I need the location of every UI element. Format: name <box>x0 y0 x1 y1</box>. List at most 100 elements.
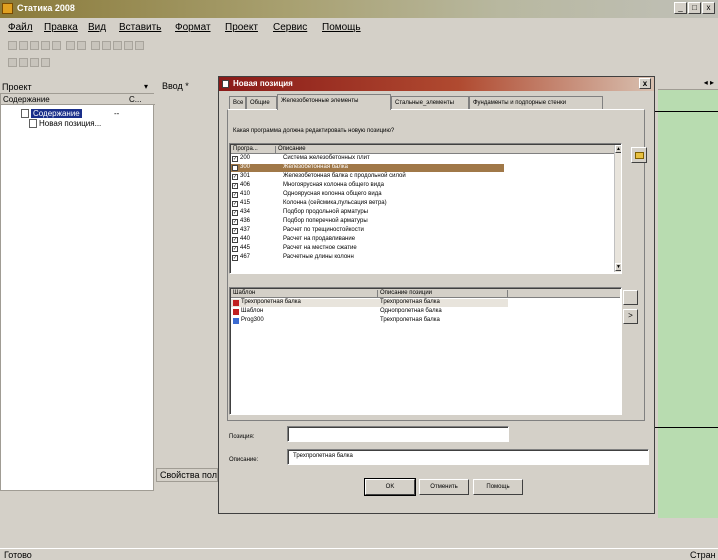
menu-help[interactable]: Помощь <box>322 22 361 33</box>
checkbox[interactable]: ✓ <box>232 228 238 234</box>
column-description[interactable]: Описание <box>276 146 615 154</box>
tab-reinforced-concrete[interactable]: Железобетонные элементы <box>277 94 391 110</box>
checkbox[interactable]: ✓ <box>232 165 238 171</box>
scroll-right-button[interactable]: > <box>623 309 638 324</box>
print-icon[interactable] <box>113 41 122 50</box>
tree-node-contents[interactable]: Содержание <box>21 109 82 119</box>
column-program[interactable]: Програ... <box>231 146 276 154</box>
cancel-button[interactable]: Отменить <box>419 479 469 495</box>
tab-general[interactable]: Общие <box>246 96 277 109</box>
redo-icon[interactable] <box>77 41 86 50</box>
panel-pin-icon[interactable]: ▾ <box>144 82 148 91</box>
program-description: Железобетонная балка <box>283 164 348 170</box>
template-list[interactable]: Шаблон Описание позиции Трехпролетная ба… <box>229 287 622 415</box>
tree-column-header: Содержание C... <box>1 94 155 105</box>
program-description: Расчет по трещиностойкости <box>283 227 364 233</box>
program-code: 410 <box>240 191 251 197</box>
template-description: Трехпролетная балка <box>380 299 440 305</box>
column-template[interactable]: Шаблон <box>231 290 378 298</box>
scroll-up-icon[interactable]: ▲ <box>615 145 621 153</box>
tab-foundations[interactable]: Фундаменты и подпорные стенки <box>469 96 603 109</box>
tab-all[interactable]: Все <box>229 96 246 109</box>
program-row[interactable]: ✓ 434 Подбор продольной арматуры <box>231 209 611 217</box>
delete-icon[interactable] <box>41 41 50 50</box>
program-row[interactable]: ✓ 437 Расчет по трещиностойкости <box>231 227 611 235</box>
checkbox[interactable]: ✓ <box>232 192 238 198</box>
program-row[interactable]: ✓ 440 Расчет на продавливание <box>231 236 611 244</box>
scroll-down-icon[interactable]: ▼ <box>615 263 621 271</box>
menu-view[interactable]: Вид <box>88 22 106 33</box>
column-c[interactable]: C... <box>129 95 141 104</box>
program-row[interactable]: ✓ 410 Одноярусная колонна общего вида <box>231 191 611 199</box>
scroll-left-button[interactable] <box>623 290 638 305</box>
program-code: 437 <box>240 227 251 233</box>
program-row[interactable]: ✓ 406 Многоярусная колонна общего вида <box>231 182 611 190</box>
template-description: Трехпролетная балка <box>380 317 440 323</box>
column-contents[interactable]: Содержание <box>3 95 50 104</box>
help-button[interactable]: Помощь <box>473 479 523 495</box>
chart-icon[interactable] <box>30 58 39 67</box>
program-list-scrollbar[interactable]: ▲ ▼ <box>614 145 621 272</box>
checkbox[interactable]: ✓ <box>232 156 238 162</box>
checkbox[interactable]: ✓ <box>232 246 238 252</box>
position-input[interactable] <box>287 426 509 442</box>
program-row[interactable]: ✓ 301 Железобетонная балка с продольной си… <box>231 173 611 181</box>
program-code: 300 <box>240 164 251 170</box>
menu-project[interactable]: Проект <box>225 22 258 33</box>
program-code: 440 <box>240 236 251 242</box>
description-input[interactable]: Трехпролетная балка <box>287 449 649 465</box>
checkbox[interactable]: ✓ <box>232 174 238 180</box>
program-row[interactable]: ✓ 300 Железобетонная балка <box>231 164 504 172</box>
settings-icon[interactable] <box>41 58 50 67</box>
template-row[interactable]: Трехпролетная балка Трехпролетная балка <box>231 299 508 307</box>
cut-icon[interactable] <box>52 41 61 50</box>
window-icon[interactable] <box>135 41 144 50</box>
undo-icon[interactable] <box>66 41 75 50</box>
program-row[interactable]: ✓ 436 Подбор поперечной арматуры <box>231 218 611 226</box>
menu-format[interactable]: Формат <box>175 22 211 33</box>
minimize-button[interactable]: _ <box>674 2 687 14</box>
table-icon[interactable] <box>8 58 17 67</box>
save-icon[interactable] <box>30 41 39 50</box>
project-panel-header: Проект ▾ <box>0 81 154 92</box>
document-icon <box>29 119 37 129</box>
ok-button[interactable]: OK <box>364 478 416 496</box>
checkbox[interactable]: ✓ <box>232 255 238 261</box>
menu-insert[interactable]: Вставить <box>119 22 161 33</box>
checkbox[interactable]: ✓ <box>232 201 238 207</box>
program-row[interactable]: ✓ 415 Колонна (сейсмика,пульсация ветра) <box>231 200 611 208</box>
program-description: Подбор продольной арматуры <box>283 209 368 215</box>
menu-file[interactable]: Файл <box>8 22 33 33</box>
checkbox[interactable]: ✓ <box>232 219 238 225</box>
checkbox[interactable]: ✓ <box>232 210 238 216</box>
program-row[interactable]: ✓ 467 Расчетные длины колонн <box>231 254 611 262</box>
template-name: Трехпролетная балка <box>241 299 301 305</box>
program-question: Какая программа должна редактировать нов… <box>233 128 395 134</box>
new-icon[interactable] <box>8 41 17 50</box>
copy-icon[interactable] <box>91 41 100 50</box>
program-row[interactable]: ✓ 445 Расчет на местное сжатие <box>231 245 611 253</box>
close-button[interactable]: x <box>702 2 715 14</box>
program-code: 415 <box>240 200 251 206</box>
maximize-button[interactable]: □ <box>688 2 701 14</box>
checkbox[interactable]: ✓ <box>232 237 238 243</box>
tree-node-new-position[interactable]: Новая позиция... <box>29 119 101 129</box>
program-list[interactable]: Програ... Описание ✓ 200 Система железобет… <box>229 143 622 274</box>
dialog-close-button[interactable]: x <box>639 78 651 89</box>
menu-service[interactable]: Сервис <box>273 22 307 33</box>
tree-node-extra: -- <box>114 109 120 118</box>
tab-steel-elements[interactable]: Стальные_элементы <box>391 96 469 109</box>
column-position-description[interactable]: Описание позиции <box>378 290 508 298</box>
tab-properties[interactable]: Свойства пол <box>156 468 218 482</box>
open-folder-button[interactable] <box>631 147 647 163</box>
document-icon <box>222 80 229 88</box>
program-row[interactable]: ✓ 200 Система железобетонных плит <box>231 155 611 163</box>
tab-input[interactable]: Ввод * <box>162 81 189 91</box>
menu-edit[interactable]: Правка <box>44 22 78 33</box>
open-icon[interactable] <box>19 41 28 50</box>
preview-icon[interactable] <box>124 41 133 50</box>
checkbox[interactable]: ✓ <box>232 183 238 189</box>
paste-icon[interactable] <box>102 41 111 50</box>
workspace-tab-strip[interactable]: ◂ ▸ <box>658 78 718 90</box>
grid-icon[interactable] <box>19 58 28 67</box>
